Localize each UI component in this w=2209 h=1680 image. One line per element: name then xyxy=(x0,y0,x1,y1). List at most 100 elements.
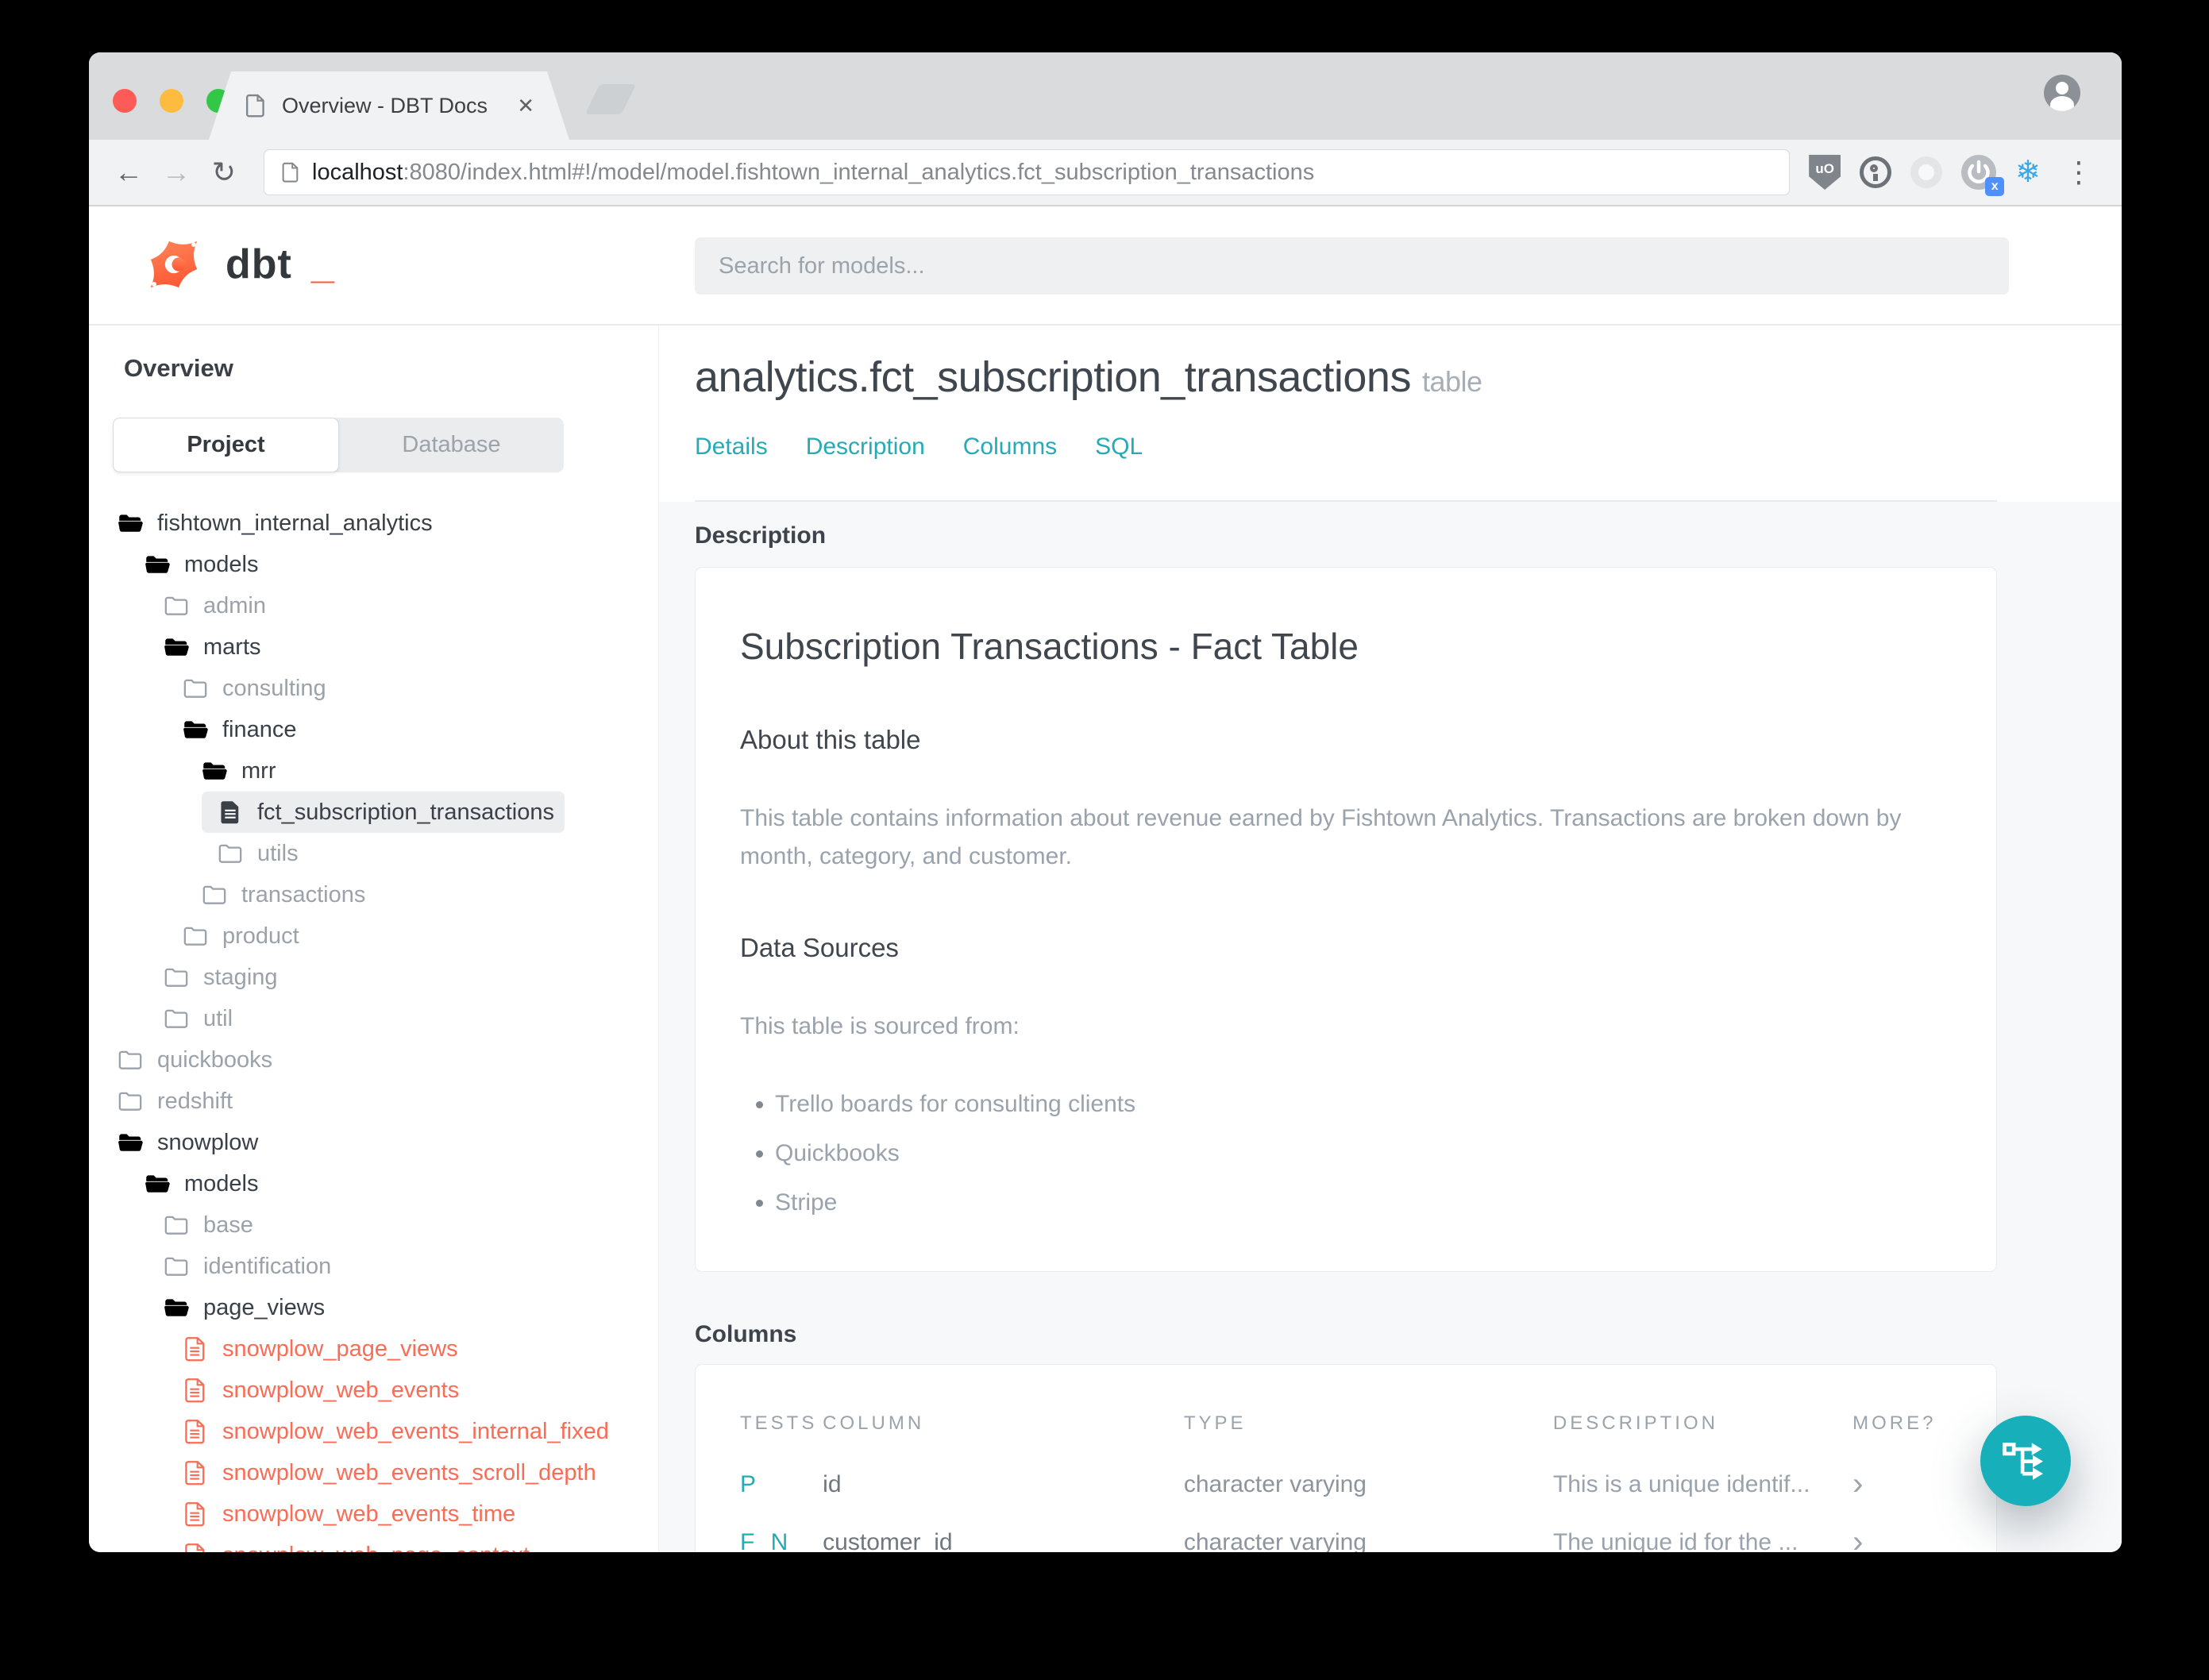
tab-database[interactable]: Database xyxy=(339,418,564,472)
folder-closed-icon xyxy=(164,1212,189,1238)
tree-item[interactable]: consulting xyxy=(89,668,658,709)
tree-item[interactable]: snowplow_web_events xyxy=(89,1370,658,1411)
doc-paragraph: This table contains information about re… xyxy=(740,805,1902,869)
tree-item[interactable]: snowplow_web_page_context xyxy=(89,1535,658,1552)
tree-item[interactable]: util xyxy=(89,998,658,1039)
folder-closed-icon xyxy=(164,593,189,618)
tree-item[interactable]: mrr xyxy=(89,750,658,792)
snowflake-extension-icon[interactable]: ❄ xyxy=(2015,157,2041,187)
url-bar[interactable]: localhost:8080/index.html#!/model/model.… xyxy=(264,149,1791,195)
model-nav: Details Description Columns SQL xyxy=(695,433,2122,460)
tree-item[interactable]: admin xyxy=(89,585,658,626)
folder-closed-icon xyxy=(118,1089,143,1114)
tab-project[interactable]: Project xyxy=(113,418,339,472)
column-header: COLUMN xyxy=(823,1412,925,1434)
nav-columns-link[interactable]: Columns xyxy=(963,433,1057,460)
nav-sql-link[interactable]: SQL xyxy=(1095,433,1143,460)
dbt-logo-text: dbt xyxy=(226,241,292,287)
tree-item[interactable]: finance xyxy=(89,709,658,750)
screenshot-canvas: Overview - DBT Docs ✕ ← → ↻ localhost:80… xyxy=(0,0,2209,1680)
model-file-icon xyxy=(183,1501,208,1527)
tree-item-selected[interactable]: fct_subscription_transactions xyxy=(202,792,565,833)
doc-paragraph: This table is sourced from: xyxy=(740,1013,1020,1039)
close-window-button[interactable] xyxy=(113,89,137,113)
profile-avatar[interactable] xyxy=(2044,75,2080,111)
tests-cell: P xyxy=(740,1470,761,1497)
folder-open-icon xyxy=(118,511,143,536)
model-type-badge: table xyxy=(1421,365,1482,398)
model-file-icon xyxy=(183,1543,208,1552)
model-file-icon xyxy=(183,1378,208,1403)
tree-item[interactable]: fishtown_internal_analytics xyxy=(89,503,658,544)
tree-item[interactable]: models xyxy=(89,544,658,585)
description-cell: This is a unique identif... xyxy=(1552,1470,1810,1497)
folder-closed-icon xyxy=(202,882,227,907)
folder-open-icon xyxy=(183,717,208,742)
tree-item[interactable]: utils xyxy=(89,833,658,874)
back-icon[interactable]: ← xyxy=(108,156,149,189)
type-cell: character varying xyxy=(1183,1528,1367,1553)
description-cell: The unique id for the ... xyxy=(1552,1528,1798,1553)
tree-item[interactable]: snowplow_web_events_time xyxy=(89,1493,658,1535)
forward-icon[interactable]: → xyxy=(156,156,197,189)
ublock-extension-icon[interactable]: uO xyxy=(1809,155,1841,190)
proxy-extension-icon[interactable]: x xyxy=(1961,155,2005,196)
header-divider xyxy=(695,500,1997,502)
tree-item[interactable]: transactions xyxy=(89,874,658,915)
tree-item[interactable]: page_views xyxy=(89,1287,658,1328)
minimize-window-button[interactable] xyxy=(160,89,183,113)
description-section-label: Description xyxy=(695,522,827,549)
folder-closed-icon xyxy=(183,676,208,701)
tab-close-icon[interactable]: ✕ xyxy=(517,94,534,118)
browser-window: Overview - DBT Docs ✕ ← → ↻ localhost:80… xyxy=(89,52,2122,1552)
dbt-logo-cursor: _ xyxy=(310,241,334,287)
model-file-icon xyxy=(218,800,243,825)
folder-open-icon xyxy=(164,634,189,660)
nav-description-link[interactable]: Description xyxy=(806,433,925,460)
tree-item[interactable]: snowplow xyxy=(89,1122,658,1163)
tree-item[interactable]: snowplow_web_events_internal_fixed xyxy=(89,1411,658,1452)
sidebar-view-toggle: Project Database xyxy=(113,418,564,472)
tree-item[interactable]: models xyxy=(89,1163,658,1204)
table-row[interactable]: F N customer_id character varying The un… xyxy=(696,1513,1996,1552)
tree-item[interactable]: snowplow_page_views xyxy=(89,1328,658,1370)
browser-tab[interactable]: Overview - DBT Docs ✕ xyxy=(209,71,569,140)
tree-item[interactable]: base xyxy=(89,1204,658,1246)
tree-item[interactable]: quickbooks xyxy=(89,1039,658,1081)
table-header-row: TESTS COLUMN TYPE DESCRIPTION MORE? xyxy=(696,1401,1996,1455)
tree-item[interactable]: staging xyxy=(89,957,658,998)
list-item: Quickbooks xyxy=(775,1136,1952,1171)
list-item: Stripe xyxy=(775,1185,1952,1220)
browser-menu-icon[interactable]: ⋮ xyxy=(2060,156,2098,189)
tests-cell: F N xyxy=(740,1528,793,1553)
lineage-icon xyxy=(2001,1436,2050,1485)
search-input[interactable] xyxy=(695,237,2009,295)
folder-closed-icon xyxy=(164,965,189,990)
table-row[interactable]: P id character varying This is a unique … xyxy=(696,1455,1996,1513)
new-tab-button[interactable] xyxy=(584,84,637,114)
tree-item[interactable]: product xyxy=(89,915,658,957)
folder-closed-icon xyxy=(164,1006,189,1031)
lineage-graph-button[interactable] xyxy=(1980,1416,2071,1506)
column-header: DESCRIPTION xyxy=(1552,1412,1718,1434)
tree-item[interactable]: redshift xyxy=(89,1081,658,1122)
dbt-logo[interactable]: dbt _ xyxy=(140,230,334,299)
main-panel: analytics.fct_subscription_transactions t… xyxy=(659,326,2122,1552)
folder-open-icon xyxy=(145,1171,170,1196)
folder-open-icon xyxy=(164,1295,189,1320)
nav-details-link[interactable]: Details xyxy=(695,433,768,460)
reload-icon[interactable]: ↻ xyxy=(203,156,245,189)
column-header: TESTS xyxy=(740,1412,818,1434)
folder-closed-icon xyxy=(118,1047,143,1073)
file-tree: fishtown_internal_analytics models admin… xyxy=(89,503,658,1552)
url-host: localhost xyxy=(312,159,403,185)
expand-chevron-icon[interactable]: › xyxy=(1852,1513,1996,1552)
tree-item[interactable]: identification xyxy=(89,1246,658,1287)
tree-item[interactable]: snowplow_web_events_scroll_depth xyxy=(89,1452,658,1493)
extension-icon[interactable] xyxy=(1910,156,1943,188)
password-extension-icon[interactable] xyxy=(1860,156,1892,188)
column-header: MORE? xyxy=(1852,1412,1937,1434)
columns-card: TESTS COLUMN TYPE DESCRIPTION MORE? P id xyxy=(695,1364,1997,1552)
tree-item[interactable]: marts xyxy=(89,626,658,668)
expand-chevron-icon[interactable]: › xyxy=(1852,1455,1996,1513)
